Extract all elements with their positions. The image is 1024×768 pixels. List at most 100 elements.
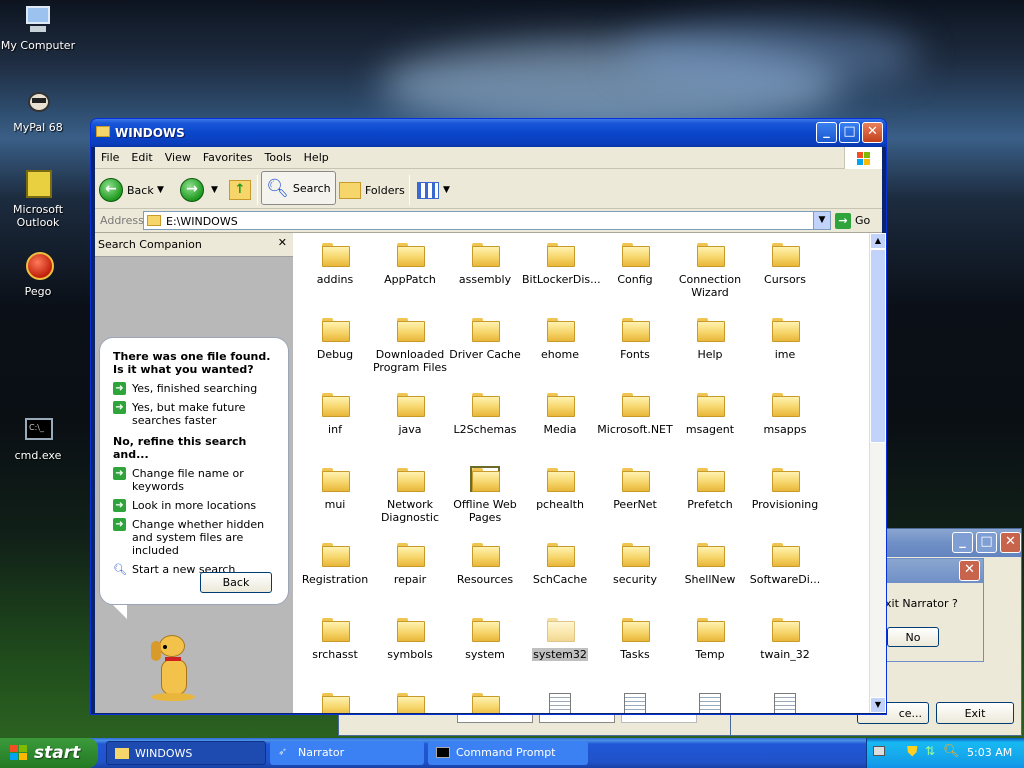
folder-item[interactable]: Config — [597, 237, 673, 286]
folder-item[interactable]: java — [372, 387, 448, 436]
folder-item[interactable]: Temp — [672, 612, 748, 661]
scroll-thumb[interactable] — [870, 249, 886, 443]
folder-item[interactable]: system — [447, 612, 523, 661]
file-item-partial[interactable] — [372, 687, 448, 713]
menu-edit[interactable]: Edit — [125, 147, 158, 164]
minimize-button[interactable]: _ — [816, 122, 837, 143]
maximize-button[interactable]: □ — [976, 532, 997, 553]
folder-item[interactable]: twain_32 — [747, 612, 823, 661]
scroll-down-button[interactable]: ▼ — [870, 697, 886, 713]
option-finished[interactable]: ➜ Yes, finished searching — [113, 382, 278, 395]
start-button[interactable]: start — [0, 738, 98, 768]
close-icon[interactable]: ✕ — [278, 236, 287, 249]
folder-item[interactable]: Microsoft.NET — [597, 387, 673, 436]
keyboard-icon[interactable] — [873, 746, 885, 756]
folders-button[interactable]: Folders — [339, 175, 405, 205]
no-button[interactable]: No — [887, 627, 939, 647]
folder-item[interactable]: Network Diagnostic — [372, 462, 448, 524]
back-dropdown[interactable]: ▼ — [157, 175, 164, 205]
task-windows[interactable]: WINDOWS — [106, 741, 266, 765]
file-item-partial[interactable] — [447, 687, 523, 713]
folder-item[interactable]: Tasks — [597, 612, 673, 661]
file-item-partial[interactable] — [747, 687, 823, 713]
folder-item[interactable]: inf — [297, 387, 373, 436]
folder-item[interactable]: Prefetch — [672, 462, 748, 511]
file-item-partial[interactable] — [522, 687, 598, 713]
exit-button[interactable]: Exit — [936, 702, 1014, 724]
views-button[interactable]: ▼ — [417, 175, 450, 205]
maximize-button[interactable]: □ — [839, 122, 860, 143]
folder-item[interactable]: SchCache — [522, 537, 598, 586]
desktop-icon-mypal[interactable]: MyPal 68 — [0, 86, 76, 134]
folder-item[interactable]: Cursors — [747, 237, 823, 286]
folder-item[interactable]: BitLockerDis... — [522, 237, 601, 286]
network-icon[interactable]: ⇅ — [925, 744, 935, 758]
option-more-locations[interactable]: ➜ Look in more locations — [113, 499, 278, 512]
desktop-icon-pego[interactable]: Pego — [0, 250, 76, 298]
file-item-partial[interactable] — [597, 687, 673, 713]
folder-item[interactable]: Downloaded Program Files — [372, 312, 448, 374]
close-button[interactable]: ✕ — [1000, 532, 1021, 553]
folder-item[interactable]: msagent — [672, 387, 748, 436]
folder-item[interactable]: pchealth — [522, 462, 598, 511]
close-button[interactable]: ✕ — [959, 560, 980, 581]
folder-item[interactable]: security — [597, 537, 673, 586]
task-narrator[interactable]: ➶ Narrator — [270, 741, 424, 765]
desktop-icon-outlook[interactable]: Microsoft Outlook — [0, 168, 76, 229]
folder-item[interactable]: assembly — [447, 237, 523, 286]
folder-item[interactable]: AppPatch — [372, 237, 448, 286]
search-button[interactable]: 🔍︎ Search — [261, 171, 336, 205]
folder-item[interactable]: Resources — [447, 537, 523, 586]
menu-favorites[interactable]: Favorites — [197, 147, 259, 164]
minimize-button[interactable]: _ — [952, 532, 973, 553]
scroll-up-button[interactable]: ▲ — [870, 233, 886, 249]
go-button[interactable]: → Go — [835, 211, 879, 230]
desktop-icon-cmd[interactable]: C:\_ cmd.exe — [0, 414, 76, 462]
address-dropdown[interactable]: ▼ — [813, 212, 830, 229]
folder-item[interactable]: mui — [297, 462, 373, 511]
option-hidden-files[interactable]: ➜ Change whether hidden and system files … — [113, 518, 278, 557]
folder-item[interactable]: Registration — [297, 537, 373, 586]
search-icon[interactable]: 🔍︎ — [943, 744, 960, 759]
folder-item[interactable]: ime — [747, 312, 823, 361]
folder-item[interactable]: system32 — [522, 612, 598, 661]
folder-item[interactable]: symbols — [372, 612, 448, 661]
folder-item[interactable]: Debug — [297, 312, 373, 361]
folder-item[interactable]: Driver Cache — [447, 312, 523, 361]
folder-item[interactable]: L2Schemas — [447, 387, 523, 436]
back-button[interactable]: ← Back — [99, 175, 154, 205]
folder-item[interactable]: Fonts — [597, 312, 673, 361]
menu-file[interactable]: File — [95, 147, 125, 164]
menu-view[interactable]: View — [159, 147, 197, 164]
forward-button[interactable]: → — [180, 175, 204, 205]
folder-item[interactable]: Help — [672, 312, 748, 361]
folder-item[interactable]: msapps — [747, 387, 823, 436]
title-bar[interactable]: WINDOWS _ □ ✕ — [91, 119, 886, 147]
shield-icon[interactable]: ⛊ — [907, 744, 918, 760]
up-folder-button[interactable]: ↑ — [229, 175, 251, 205]
task-command-prompt[interactable]: Command Prompt — [428, 741, 588, 765]
folder-item[interactable]: addins — [297, 237, 373, 286]
forward-dropdown[interactable]: ▼ — [211, 175, 218, 205]
file-list[interactable]: addins AppPatch assembly BitLockerDis... Con… — [293, 233, 869, 713]
desktop-icon-my-computer[interactable]: My Computer — [0, 4, 76, 52]
folder-item[interactable]: ShellNew — [672, 537, 748, 586]
explorer-window[interactable]: WINDOWS _ □ ✕ File Edit View Favorites Tools… — [90, 118, 887, 715]
address-input[interactable]: E:\WINDOWS ▼ — [143, 211, 831, 230]
option-change-name[interactable]: ➜ Change file name or keywords — [113, 467, 278, 493]
file-item-partial[interactable] — [297, 687, 373, 713]
confirm-dialog[interactable]: ✕ xit Narrator ? No — [880, 558, 984, 662]
rover-dog-icon[interactable] — [145, 633, 201, 705]
option-faster[interactable]: ➜ Yes, but make future searches faster — [113, 401, 278, 427]
folder-item[interactable]: ehome — [522, 312, 598, 361]
folder-item[interactable]: Media — [522, 387, 598, 436]
menu-tools[interactable]: Tools — [259, 147, 298, 164]
vertical-scrollbar[interactable]: ▲ ▼ — [869, 233, 886, 713]
folder-item[interactable]: SoftwareDi... — [747, 537, 823, 586]
close-button[interactable]: ✕ — [862, 122, 883, 143]
companion-back-button[interactable]: Back — [200, 572, 272, 593]
menu-help[interactable]: Help — [298, 147, 335, 164]
folder-item[interactable]: Provisioning — [747, 462, 823, 511]
folder-item[interactable]: srchasst — [297, 612, 373, 661]
folder-item[interactable]: Connection Wizard — [672, 237, 748, 299]
